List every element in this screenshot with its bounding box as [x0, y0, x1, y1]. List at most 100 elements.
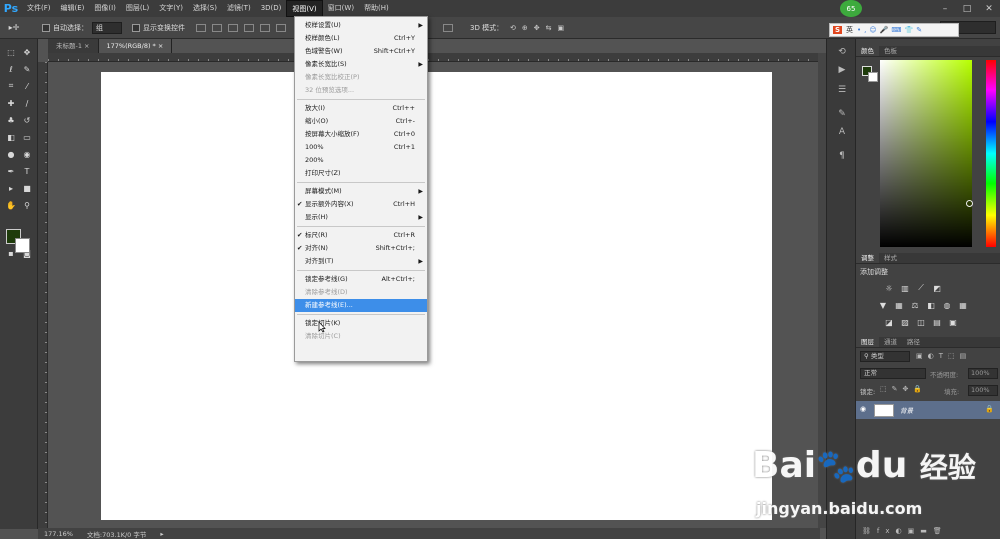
menu-3[interactable]: 图层(L) — [121, 0, 154, 17]
distribute-icon[interactable] — [440, 23, 456, 32]
actions-panel-icon[interactable]: ▶ — [836, 65, 848, 75]
notification-badge[interactable]: 65 — [840, 0, 862, 17]
layer-filter-dropdown[interactable]: ⚲ 类型 — [860, 351, 910, 362]
posterize-icon[interactable]: ▨ — [900, 318, 910, 327]
view-menu-item[interactable]: 锁定参考线(G) Alt+Ctrl+; — [295, 273, 427, 286]
gradient-map-icon[interactable]: ▤ — [932, 318, 942, 327]
menu-7[interactable]: 3D(D) — [256, 0, 287, 17]
type-tool-icon[interactable]: T — [21, 166, 33, 176]
zoom-tool-icon[interactable]: ⚲ — [21, 200, 33, 210]
menu-5[interactable]: 选择(S) — [188, 0, 222, 17]
tab-color[interactable]: 颜色 — [856, 46, 879, 56]
selective-color-icon[interactable]: ▣ — [948, 318, 958, 327]
menu-8[interactable]: 视图(V) — [286, 0, 323, 17]
hue-saturation-icon[interactable]: ▦ — [894, 301, 904, 310]
document-canvas[interactable] — [101, 72, 772, 520]
history-brush-tool-icon[interactable]: ↺ — [21, 115, 33, 125]
vertical-ruler[interactable] — [38, 62, 48, 528]
ime-tool-icons[interactable]: •,☺🎤⌨👕✎ — [857, 26, 925, 34]
menu-9[interactable]: 窗口(W) — [323, 0, 359, 17]
align-center-icon[interactable] — [260, 23, 270, 32]
move-tool-icon[interactable]: ▸✛ — [8, 23, 20, 33]
align-icons[interactable] — [193, 23, 289, 32]
hue-slider[interactable] — [986, 60, 996, 247]
align-middle-icon[interactable] — [212, 23, 222, 32]
tab-styles[interactable]: 样式 — [879, 253, 902, 263]
brush-tool-icon[interactable]: ∕ — [21, 98, 33, 108]
view-menu-item[interactable]: 放大(I) Ctrl++ — [295, 102, 427, 115]
blend-mode-dropdown[interactable]: 正常 — [860, 368, 926, 379]
view-menu-item[interactable]: 新建参考线(E)... — [295, 299, 427, 312]
hand-tool-icon[interactable]: ✋ — [5, 200, 17, 210]
view-menu-item[interactable]: 清除切片(C) — [295, 330, 427, 343]
exposure-icon[interactable]: ◩ — [932, 284, 942, 293]
align-bottom-icon[interactable] — [228, 23, 238, 32]
curves-icon[interactable]: ⟋ — [916, 283, 926, 292]
eraser-tool-icon[interactable]: ◧ — [5, 132, 17, 142]
view-menu-item[interactable]: 100% Ctrl+1 — [295, 141, 427, 154]
view-menu-item[interactable]: 锁定切片(K) — [295, 317, 427, 330]
view-menu-item[interactable]: 像素长宽比(S) ▶ — [295, 58, 427, 71]
show-transform-checkbox[interactable] — [132, 23, 140, 32]
view-menu-item[interactable]: ✔ 显示额外内容(X) Ctrl+H — [295, 198, 427, 211]
tab-swatches[interactable]: 色板 — [879, 46, 902, 56]
brush-panel-icon[interactable]: ✎ — [836, 109, 848, 119]
align-left-icon[interactable] — [244, 23, 254, 32]
character-panel-icon[interactable]: A — [836, 127, 848, 137]
threshold-icon[interactable]: ◫ — [916, 318, 926, 327]
crop-tool-icon[interactable]: ⌗ — [5, 81, 17, 91]
eyedropper-tool-icon[interactable]: ⁄ — [21, 81, 33, 91]
view-menu-item[interactable]: 校样颜色(L) Ctrl+Y — [295, 32, 427, 45]
photo-filter-icon[interactable]: ◍ — [942, 301, 952, 310]
invert-icon[interactable]: ◪ — [884, 318, 894, 327]
view-menu-item[interactable]: 32 位预览选项... — [295, 84, 427, 97]
layer-row[interactable]: ◉ 背景 🔒 — [856, 401, 1000, 419]
quick-select-tool-icon[interactable]: ✎ — [21, 64, 33, 74]
history-panel-icon[interactable]: ⟲ — [836, 47, 848, 57]
layer-filter-icons[interactable]: ▣◐T⬚▤ — [916, 352, 971, 360]
align-top-icon[interactable] — [196, 23, 206, 32]
view-menu-item[interactable]: 清除参考线(D) — [295, 286, 427, 299]
tab-layers[interactable]: 图层 — [856, 337, 879, 347]
tab-paths[interactable]: 路径 — [902, 337, 925, 347]
paragraph-panel-icon[interactable]: ¶ — [836, 151, 848, 161]
auto-select-checkbox[interactable] — [42, 23, 50, 32]
status-arrow-icon[interactable]: ▸ — [160, 530, 163, 538]
path-select-tool-icon[interactable]: ▸ — [5, 183, 17, 193]
tab-adjustments[interactable]: 调整 — [856, 253, 879, 263]
shape-tool-icon[interactable]: ■ — [21, 183, 33, 193]
properties-panel-icon[interactable]: ☰ — [836, 85, 848, 95]
view-menu-item[interactable]: 打印尺寸(Z) — [295, 167, 427, 180]
tab-untitled[interactable]: 未标题-1 × — [48, 39, 99, 53]
healing-tool-icon[interactable]: ✚ — [5, 98, 17, 108]
distribute-space-icon[interactable] — [443, 23, 453, 32]
view-menu-item[interactable]: 像素长宽比校正(P) — [295, 71, 427, 84]
menu-6[interactable]: 滤镜(T) — [222, 0, 256, 17]
auto-select-dropdown[interactable]: 组 — [92, 21, 122, 34]
view-menu-item[interactable]: 校样设置(U) ▶ — [295, 19, 427, 32]
3d-tools-icons[interactable]: ⟲⊕✥⇆▣ — [510, 24, 570, 32]
view-menu-item[interactable]: 屏幕模式(M) ▶ — [295, 185, 427, 198]
view-menu-item[interactable]: 对齐到(T) ▶ — [295, 255, 427, 268]
move-tool-icon[interactable]: ✥ — [21, 47, 33, 57]
lock-icons[interactable]: ⬚✎✥🔒 — [880, 385, 927, 393]
dodge-tool-icon[interactable]: ◉ — [21, 149, 33, 159]
color-balance-icon[interactable]: ⚖ — [910, 301, 920, 310]
view-menu-item[interactable]: 显示(H) ▶ — [295, 211, 427, 224]
blur-tool-icon[interactable]: ● — [5, 149, 17, 159]
view-menu-item[interactable]: 按屏幕大小缩放(F) Ctrl+0 — [295, 128, 427, 141]
black-white-icon[interactable]: ◧ — [926, 301, 936, 310]
visibility-eye-icon[interactable]: ◉ — [860, 405, 866, 413]
menu-0[interactable]: 文件(F) — [22, 0, 56, 17]
color-field[interactable] — [880, 60, 972, 247]
align-right-icon[interactable] — [276, 23, 286, 32]
menu-4[interactable]: 文字(Y) — [154, 0, 188, 17]
restore-button[interactable]: □ — [956, 0, 978, 17]
pen-tool-icon[interactable]: ✒ — [5, 166, 17, 176]
ime-lang[interactable]: 英 — [846, 25, 853, 35]
tab-channels[interactable]: 通道 — [879, 337, 902, 347]
view-menu-item[interactable]: 色域警告(W) Shift+Ctrl+Y — [295, 45, 427, 58]
menu-10[interactable]: 帮助(H) — [359, 0, 394, 17]
panel-background-swatch[interactable] — [868, 72, 878, 82]
view-menu-item[interactable]: ✔ 标尺(R) Ctrl+R — [295, 229, 427, 242]
